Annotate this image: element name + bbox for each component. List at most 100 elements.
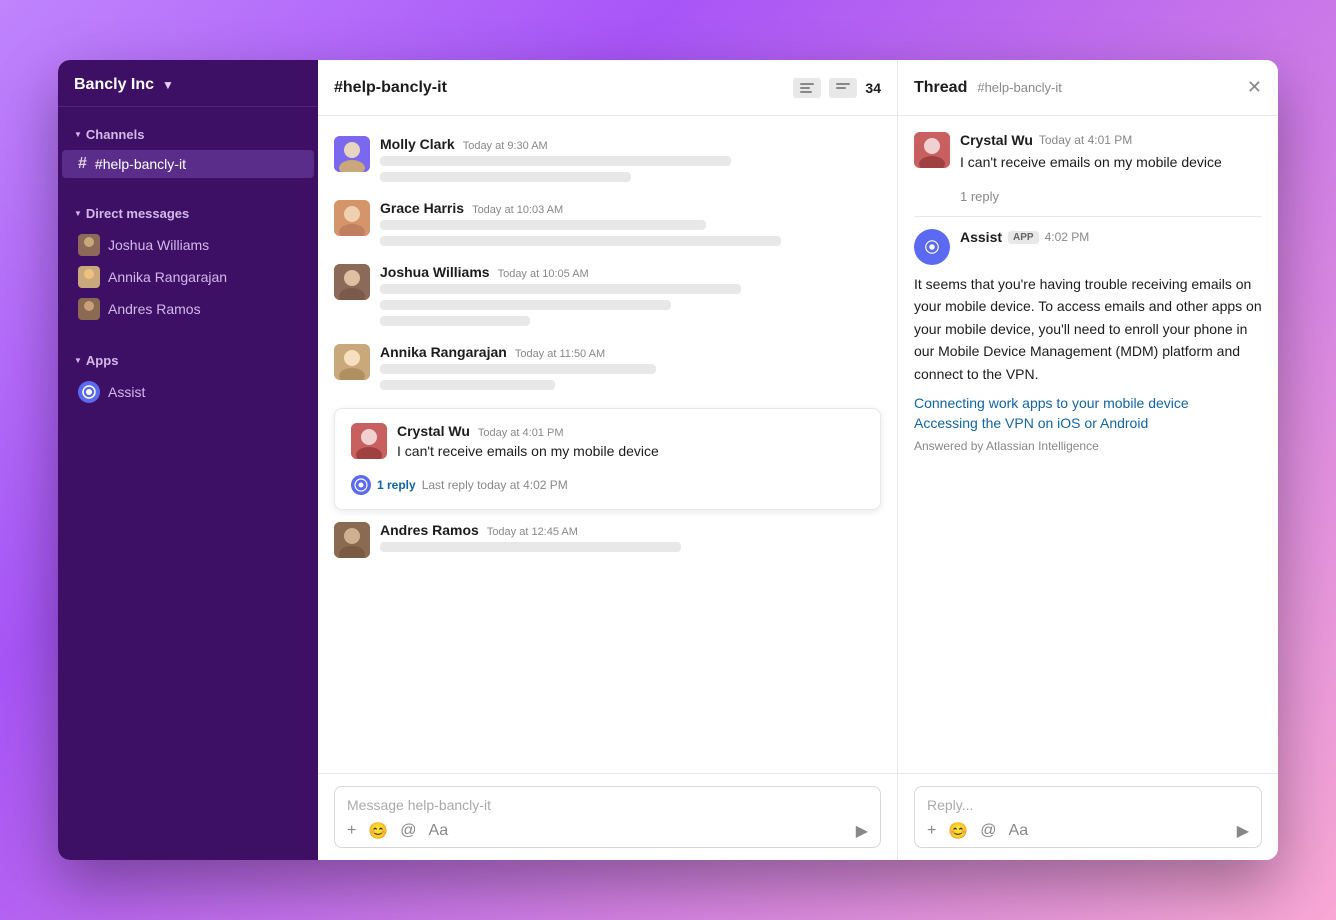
- thread-title-area: Thread #help-bancly-it: [914, 79, 1062, 97]
- message-input-area: Message help-bancly-it + 😊 @ Aa ▶: [318, 773, 897, 860]
- workspace-chevron-icon: ▼: [162, 78, 174, 92]
- app-name-assist: Assist: [108, 384, 145, 400]
- thread-close-button[interactable]: ✕: [1247, 77, 1262, 98]
- sidebar-item-assist[interactable]: Assist: [62, 376, 314, 408]
- emoji-button[interactable]: 😊: [368, 821, 388, 841]
- channels-header[interactable]: ▼ Channels: [58, 123, 318, 146]
- avatar-joshua-chat: [334, 264, 370, 300]
- message-content-molly: Molly Clark Today at 9:30 AM: [380, 136, 881, 188]
- assist-link-1[interactable]: Connecting work apps to your mobile devi…: [914, 395, 1262, 411]
- dm-name-joshua: Joshua Williams: [108, 237, 209, 253]
- thread-sender-crystal: Crystal Wu: [960, 132, 1033, 148]
- thread-messages: Crystal Wu Today at 4:01 PM I can't rece…: [898, 116, 1278, 773]
- message-row-grace: Grace Harris Today at 10:03 AM: [334, 200, 881, 252]
- assist-header: Assist APP 4:02 PM: [960, 229, 1089, 245]
- app-badge: APP: [1008, 231, 1039, 244]
- thread-message-row-crystal: Crystal Wu Today at 4:01 PM I can't rece…: [914, 132, 1262, 173]
- sidebar-item-help-bancly-it[interactable]: # #help-bancly-it: [62, 150, 314, 178]
- thread-mention-button[interactable]: @: [980, 822, 996, 840]
- reply-count: 1 reply: [377, 478, 416, 492]
- dm-header[interactable]: ▼ Direct messages: [58, 202, 318, 225]
- format-button[interactable]: Aa: [429, 822, 449, 840]
- dm-label: Direct messages: [86, 206, 189, 221]
- message-row-annika: Annika Rangarajan Today at 11:50 AM: [334, 344, 881, 396]
- apps-triangle-icon: ▼: [74, 356, 82, 365]
- reply-assist-icon: [351, 475, 371, 495]
- assist-icon-thread: [914, 229, 950, 265]
- thread-time-crystal: Today at 4:01 PM: [1039, 133, 1132, 147]
- msg-placeholder: [380, 284, 741, 294]
- header-btn-1[interactable]: [793, 78, 821, 98]
- message-row-molly: Molly Clark Today at 9:30 AM: [334, 136, 881, 188]
- assist-link-2[interactable]: Accessing the VPN on iOS or Android: [914, 415, 1262, 431]
- time-joshua: Today at 10:05 AM: [498, 268, 589, 280]
- avatar-grace: [334, 200, 370, 236]
- sidebar-item-annika[interactable]: Annika Rangarajan: [62, 261, 314, 293]
- message-meta-joshua: Joshua Williams Today at 10:05 AM: [380, 264, 881, 280]
- thread-original-text: I can't receive emails on my mobile devi…: [960, 152, 1222, 173]
- workspace-header[interactable]: Bancly Inc ▼: [58, 60, 318, 107]
- highlighted-message-crystal: Crystal Wu Today at 4:01 PM I can't rece…: [334, 408, 881, 510]
- message-content-joshua: Joshua Williams Today at 10:05 AM: [380, 264, 881, 332]
- msg-placeholder: [380, 364, 656, 374]
- sender-annika: Annika Rangarajan: [380, 344, 507, 360]
- thread-original-message: Crystal Wu Today at 4:01 PM I can't rece…: [914, 132, 1262, 173]
- sidebar-item-joshua[interactable]: Joshua Williams: [62, 229, 314, 261]
- assist-name-area: Assist APP 4:02 PM: [960, 229, 1089, 245]
- thread-divider: [914, 216, 1262, 217]
- avatar-annika: [78, 266, 100, 288]
- message-group-molly: Molly Clark Today at 9:30 AM: [318, 132, 897, 192]
- message-meta-annika: Annika Rangarajan Today at 11:50 AM: [380, 344, 881, 360]
- thread-emoji-button[interactable]: 😊: [948, 821, 968, 841]
- message-content-annika: Annika Rangarajan Today at 11:50 AM: [380, 344, 881, 396]
- message-meta-andres: Andres Ramos Today at 12:45 AM: [380, 522, 881, 538]
- thread-reply-box[interactable]: Reply... + 😊 @ Aa ▶: [914, 786, 1262, 848]
- sender-grace: Grace Harris: [380, 200, 464, 216]
- reply-toolbar: + 😊 @ Aa ▶: [927, 821, 1249, 841]
- thread-reply-area: Reply... + 😊 @ Aa ▶: [898, 773, 1278, 860]
- chat-channel-title: #help-bancly-it: [334, 79, 447, 97]
- message-input-box[interactable]: Message help-bancly-it + 😊 @ Aa ▶: [334, 786, 881, 848]
- message-group-andres: Andres Ramos Today at 12:45 AM: [318, 518, 897, 562]
- assist-text: It seems that you're having trouble rece…: [914, 273, 1262, 385]
- message-row-joshua: Joshua Williams Today at 10:05 AM: [334, 264, 881, 332]
- sender-molly: Molly Clark: [380, 136, 455, 152]
- sidebar-item-andres[interactable]: Andres Ramos: [62, 293, 314, 325]
- message-input-toolbar: + 😊 @ Aa ▶: [347, 821, 868, 841]
- workspace-name: Bancly Inc: [74, 76, 154, 94]
- msg-placeholder: [380, 542, 681, 552]
- msg-placeholder: [380, 300, 671, 310]
- reply-button[interactable]: 1 reply Last reply today at 4:02 PM: [351, 475, 864, 495]
- main-chat: #help-bancly-it 34: [318, 60, 898, 860]
- dm-section: ▼ Direct messages Joshua Williams Annika…: [58, 186, 318, 333]
- channels-label: Channels: [86, 127, 145, 142]
- add-button[interactable]: +: [347, 822, 356, 840]
- channels-section: ▼ Channels # #help-bancly-it: [58, 107, 318, 186]
- avatar-andres: [78, 298, 100, 320]
- msg-placeholder: [380, 172, 631, 182]
- message-content-crystal-highlight: Crystal Wu Today at 4:01 PM I can't rece…: [397, 423, 864, 467]
- thread-add-button[interactable]: +: [927, 822, 936, 840]
- message-row-crystal-highlight: Crystal Wu Today at 4:01 PM I can't rece…: [351, 423, 864, 467]
- thread-header: Thread #help-bancly-it ✕: [898, 60, 1278, 116]
- avatar-annika-chat: [334, 344, 370, 380]
- assist-time: 4:02 PM: [1045, 230, 1090, 244]
- dm-triangle-icon: ▼: [74, 209, 82, 218]
- assist-name: Assist: [960, 229, 1002, 245]
- message-meta-molly: Molly Clark Today at 9:30 AM: [380, 136, 881, 152]
- mention-button[interactable]: @: [400, 822, 416, 840]
- crystal-message-text: I can't receive emails on my mobile devi…: [397, 443, 864, 459]
- sender-crystal-highlight: Crystal Wu: [397, 423, 470, 439]
- assist-message: Assist APP 4:02 PM It seems that you're …: [914, 229, 1262, 453]
- thread-original-content: Crystal Wu Today at 4:01 PM I can't rece…: [960, 132, 1222, 173]
- thread-send-button[interactable]: ▶: [1237, 821, 1249, 841]
- reply-placeholder: Reply...: [927, 797, 1249, 813]
- assist-row: Assist APP 4:02 PM: [914, 229, 1262, 265]
- message-content-andres: Andres Ramos Today at 12:45 AM: [380, 522, 881, 558]
- time-annika: Today at 11:50 AM: [515, 348, 605, 360]
- thread-format-button[interactable]: Aa: [1009, 822, 1029, 840]
- send-button[interactable]: ▶: [856, 821, 868, 841]
- channel-name: #help-bancly-it: [95, 156, 186, 172]
- apps-header[interactable]: ▼ Apps: [58, 349, 318, 372]
- header-btn-2[interactable]: [829, 78, 857, 98]
